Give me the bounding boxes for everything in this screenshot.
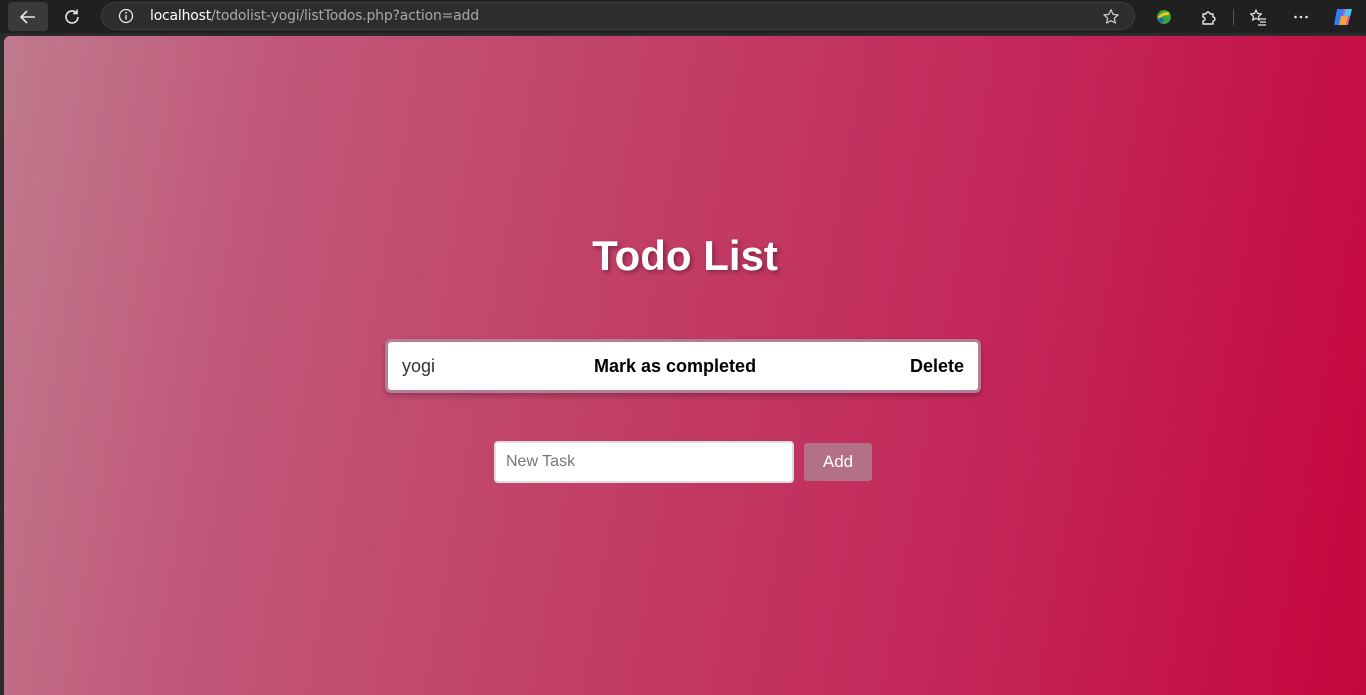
browser-toolbar: localhost/todolist-yogi/listTodos.php?ac… [0, 0, 1366, 33]
back-icon [19, 9, 35, 24]
copilot-button[interactable] [1323, 2, 1363, 31]
delete-link[interactable]: Delete [910, 342, 964, 390]
site-info-icon[interactable] [118, 8, 134, 24]
url-host: localhost [150, 8, 212, 24]
more-icon [1294, 15, 1308, 18]
extensions-icon [1202, 10, 1216, 25]
page-title: Todo List [592, 232, 778, 279]
back-button[interactable] [8, 2, 48, 31]
new-task-input[interactable] [494, 441, 794, 483]
favorites-icon [1250, 8, 1266, 26]
copilot-icon [1334, 8, 1352, 25]
favorites-button[interactable] [1238, 2, 1278, 31]
todo-item: yogi Mark as completed Delete [385, 339, 981, 393]
url-text: localhost/todolist-yogi/listTodos.php?ac… [150, 3, 479, 29]
refresh-button[interactable] [52, 2, 92, 31]
more-button[interactable] [1281, 2, 1321, 31]
extension-app-icon [1157, 9, 1171, 24]
star-icon[interactable] [1102, 8, 1120, 26]
page-viewport: Todo List yogi Mark as completed Delete … [4, 36, 1366, 695]
extensions-button[interactable] [1189, 2, 1229, 31]
url-path: /todolist-yogi/listTodos.php?action=add [211, 8, 479, 24]
mark-completed-link[interactable]: Mark as completed [594, 342, 756, 390]
todo-task-text: yogi [402, 356, 436, 376]
extension-app-button[interactable] [1144, 2, 1184, 31]
refresh-icon [65, 9, 79, 24]
toolbar-divider [1233, 9, 1234, 25]
address-bar[interactable]: localhost/todolist-yogi/listTodos.php?ac… [101, 2, 1135, 30]
add-button[interactable]: Add [804, 443, 872, 481]
